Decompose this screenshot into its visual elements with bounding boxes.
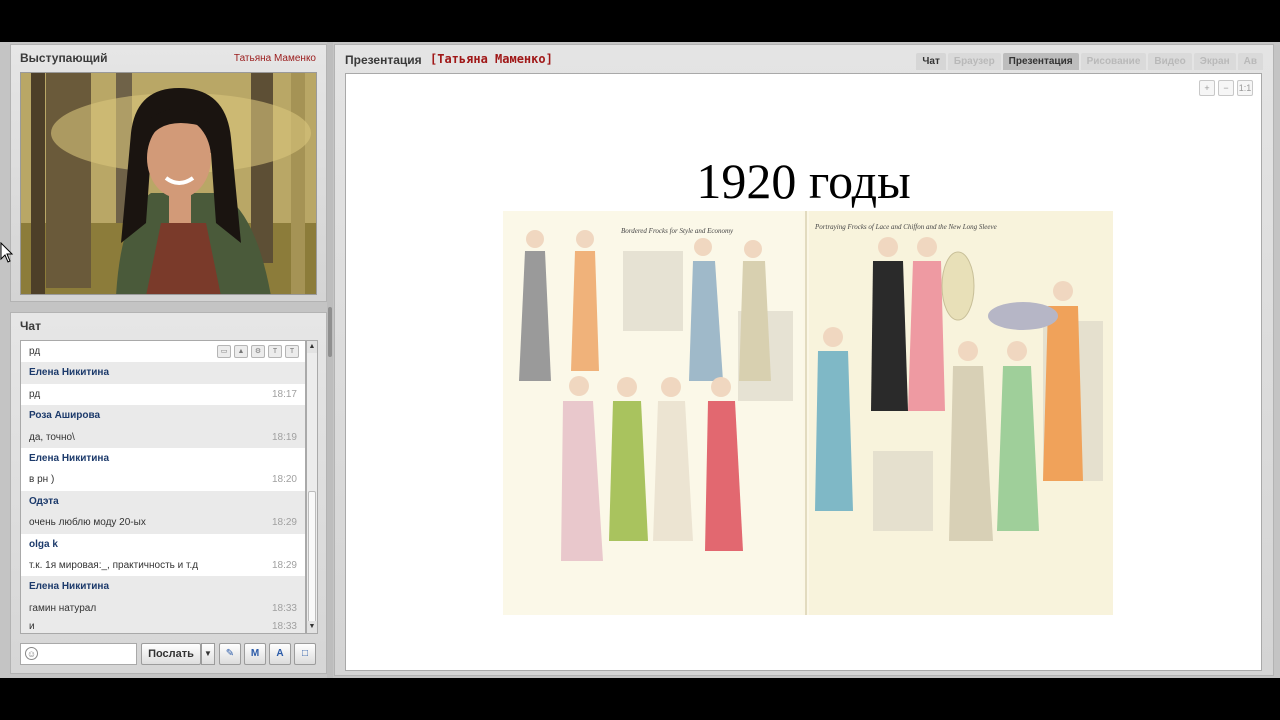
window-icon[interactable]: □ [294,643,316,665]
clear-format-icon[interactable]: T [285,345,299,358]
chat-message: очень люблю моду 20-ых 18:29 [21,512,305,534]
warning-icon[interactable]: ▲ [234,345,248,358]
chat-message-time: 18:33 [271,602,297,614]
speaker-panel-title: Выступающий [20,51,108,65]
chat-message: да, точно\ 18:19 [21,426,305,448]
module-tabs: Чат Браузер Презентация Рисование Видео … [916,53,1263,70]
chat-message-text: и [29,621,35,633]
chat-author: Елена Никитина [21,576,305,598]
tab-video[interactable]: Видео [1148,53,1192,70]
catalog-right-caption: Portraying Frocks of Lace and Chiffon an… [814,223,997,231]
message-toolbar: ▭ ▲ ⚙ T T [217,345,299,358]
tab-browser[interactable]: Браузер [947,53,1001,70]
chat-author-name: Елена Никитина [29,367,109,379]
chat-author-name: Елена Никитина [29,452,109,464]
scroll-down-icon[interactable]: ▼ [307,621,317,633]
chat-message: гамин натурал 18:33 [21,597,305,620]
chat-message-time: 18:29 [271,517,297,529]
scroll-up-icon[interactable]: ▲ [307,341,317,353]
font-icon[interactable]: A [269,643,291,665]
gear-icon[interactable]: ⚙ [251,345,265,358]
chat-message-text: да, точно\ [29,431,75,443]
zoom-toolbar: + − 1:1 [1199,80,1253,96]
chat-scrollbar[interactable]: ▲ ▼ [306,340,318,634]
send-options-dropdown[interactable]: ▼ [201,643,215,665]
chat-message-text: рд [29,346,41,357]
chat-message: т.к. 1я мировая:_, практичность и т.д 18:… [21,555,305,576]
message-format-icon[interactable]: M [244,643,266,665]
tab-drawing[interactable]: Рисование [1080,53,1147,70]
speaker-name: Татьяна Маменко [233,53,316,64]
speaker-panel: Выступающий Татьяна Маменко [10,44,327,302]
speaker-video-frame [21,73,316,294]
chat-author: Елена Никитина [21,448,305,469]
chat-author-name: olga k [29,538,58,550]
presentation-presenter: [Татьяна Маменко] [430,52,553,66]
fashion-catalog-image: Bordered Frocks for Style and Economy Po… [503,211,1113,615]
scroll-thumb[interactable] [308,491,316,631]
image-icon[interactable]: ▭ [217,345,231,358]
conference-app: Выступающий Татьяна Маменко Чат рд ▭ ▲ ⚙… [0,42,1280,678]
chat-author: Роза Аширова [21,405,305,427]
chat-message-text: очень люблю моду 20-ых [29,517,146,529]
chat-author: Елена Никитина [21,362,305,384]
slide-heading: 1920 годы [696,153,911,209]
speaker-video [20,72,317,295]
smiley-icon[interactable]: ☺ [25,647,38,660]
presentation-title: Презентация [345,53,422,67]
chat-message: рд 18:17 [21,384,305,405]
chat-message: и 18:33 [21,619,305,633]
presentation-panel: Презентация [Татьяна Маменко] Чат Браузе… [334,44,1274,676]
chat-message-text: т.к. 1я мировая:_, практичность и т.д [29,559,199,571]
chat-message-time: 18:33 [271,621,297,633]
chat-author: Одэта [21,490,305,513]
presentation-slide: + − 1:1 1920 годы Bordered Frocks for St… [345,73,1262,671]
tab-chat[interactable]: Чат [916,53,946,70]
chat-message-time: 18:17 [271,388,297,400]
chat-message-time: 18:29 [271,559,297,571]
chat-message-text: рд [29,388,41,400]
chat-input[interactable]: ☺ [20,643,137,665]
chat-author-name: Елена Никитина [29,581,109,593]
font-size-icon[interactable]: T [268,345,282,358]
catalog-left-caption: Bordered Frocks for Style and Economy [621,227,734,235]
splitter-grip[interactable] [328,307,332,357]
chat-message-time: 18:19 [271,431,297,443]
actual-size-icon[interactable]: 1:1 [1237,80,1253,96]
send-button[interactable]: Послать [141,643,201,665]
chat-message: рд ▭ ▲ ⚙ T T [21,341,305,362]
chat-author-name: Одэта [29,495,59,507]
chat-panel: Чат рд ▭ ▲ ⚙ T T Елена Никитина рд 18:17 … [10,312,327,674]
chat-message-text: гамин натурал [29,602,97,614]
zoom-in-icon[interactable]: + [1199,80,1215,96]
panel-splitter[interactable] [327,42,333,678]
chat-message-time: 18:20 [271,474,297,486]
chat-panel-title: Чат [20,319,41,333]
chat-author: olga k [21,534,305,555]
tab-presentation[interactable]: Презентация [1002,53,1079,70]
chat-message-text: в рн ) [29,474,55,486]
tab-av[interactable]: Ав [1237,53,1263,70]
chat-author-name: Роза Аширова [29,410,101,422]
clear-chat-icon[interactable]: ✎ [219,643,241,665]
tab-screen[interactable]: Экран [1193,53,1236,70]
chat-message-list[interactable]: рд ▭ ▲ ⚙ T T Елена Никитина рд 18:17 Роза… [20,340,306,634]
zoom-out-icon[interactable]: − [1218,80,1234,96]
mouse-cursor-icon [0,242,14,263]
chat-message: в рн ) 18:20 [21,469,305,490]
